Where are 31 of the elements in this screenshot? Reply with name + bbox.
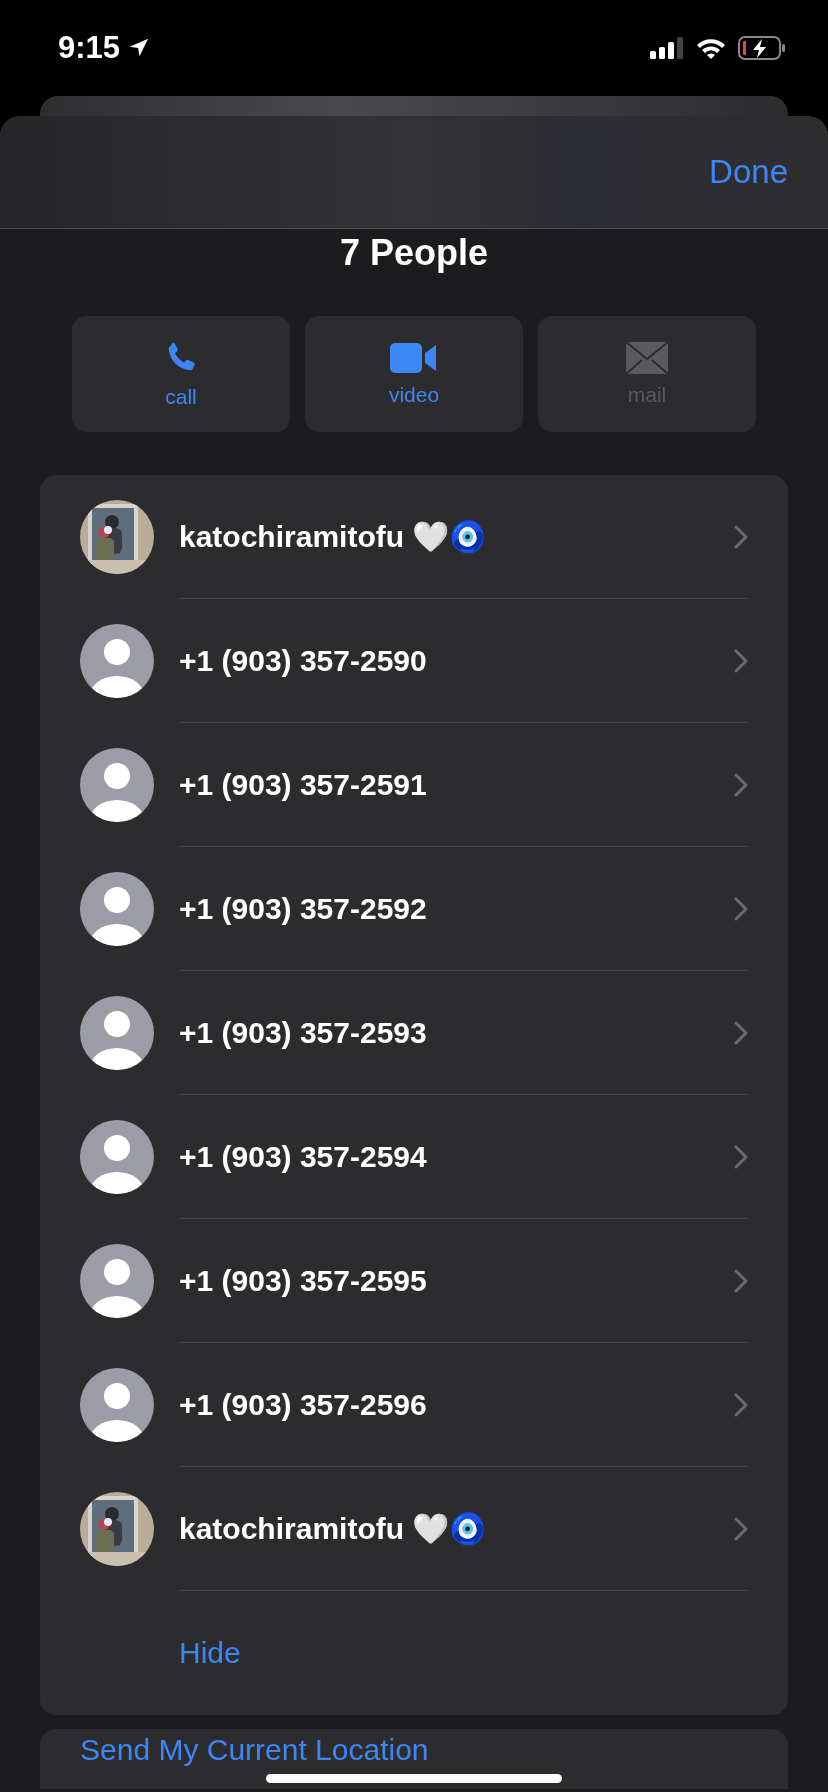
- send-location-link[interactable]: Send My Current Location: [80, 1733, 429, 1767]
- chevron-icon[interactable]: [734, 1516, 748, 1541]
- contact-name[interactable]: +1 (903) 357-2592: [179, 891, 734, 926]
- done-button[interactable]: Done: [709, 153, 788, 191]
- contact-name[interactable]: +1 (903) 357-2596: [179, 1387, 734, 1422]
- chevron-icon[interactable]: [734, 1268, 748, 1293]
- call-button[interactable]: call: [72, 316, 290, 432]
- signal-icon: [650, 37, 684, 59]
- contact-name[interactable]: +1 (903) 357-2590: [179, 643, 734, 678]
- contact-name[interactable]: +1 (903) 357-2594: [179, 1139, 734, 1174]
- wifi-icon: [696, 37, 726, 59]
- status-time: 9:15: [58, 30, 121, 66]
- contact-name[interactable]: +1 (903) 357-2593: [179, 1015, 734, 1050]
- contact-name[interactable]: +1 (903) 357-2595: [179, 1263, 734, 1298]
- chevron-icon[interactable]: [734, 772, 748, 797]
- video-camera-icon: [390, 341, 438, 375]
- chevron-icon[interactable]: [734, 648, 748, 673]
- hide-link[interactable]: Hide: [179, 1636, 241, 1670]
- contact-name[interactable]: katochiramitofu 🤍🧿: [179, 519, 734, 554]
- group-title: 7 People: [338, 233, 490, 273]
- chevron-icon[interactable]: [734, 1144, 748, 1169]
- chevron-icon[interactable]: [734, 896, 748, 921]
- location-arrow-icon: [128, 37, 151, 59]
- chevron-icon[interactable]: [734, 1020, 748, 1045]
- envelope-icon: [625, 341, 669, 375]
- contact-name[interactable]: +1 (903) 357-2591: [179, 767, 734, 802]
- contact-name[interactable]: katochiramitofu 🤍🧿: [179, 1511, 734, 1546]
- chevron-icon[interactable]: [734, 524, 748, 549]
- battery-charging-icon: [738, 36, 786, 60]
- chevron-icon[interactable]: [734, 1392, 748, 1417]
- video-button[interactable]: video: [305, 316, 523, 432]
